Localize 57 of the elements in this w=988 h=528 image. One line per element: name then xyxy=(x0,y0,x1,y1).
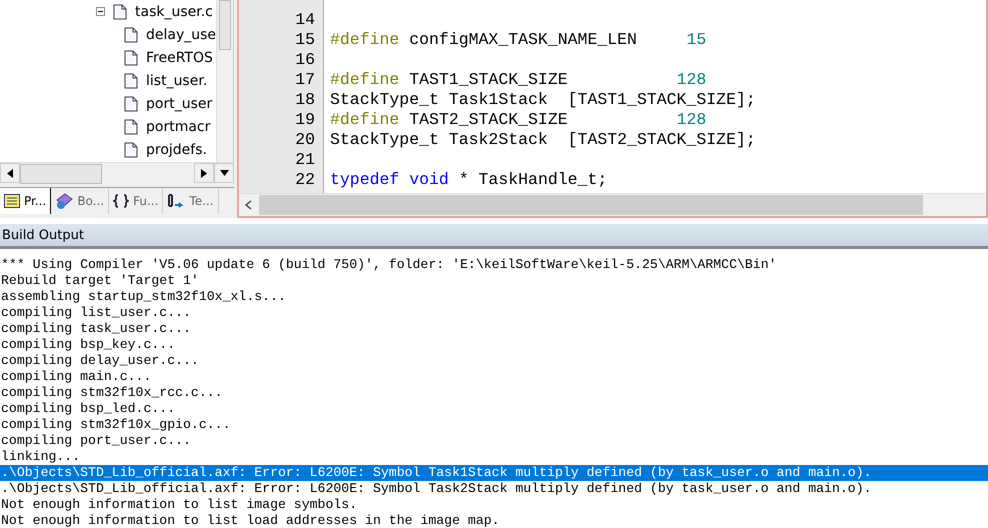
code-line: StackType_t Task2Stack [TAST2_STACK_SIZE]; xyxy=(330,130,756,150)
output-line[interactable]: compiling main.c... xyxy=(0,369,988,385)
line-number: 14 xyxy=(295,10,315,30)
collapse-icon[interactable] xyxy=(96,7,105,16)
line-number: 21 xyxy=(295,150,315,170)
code-line: #define TAST1_STACK_SIZE 128 xyxy=(330,70,708,90)
tree-item[interactable]: delay_use xyxy=(96,23,216,46)
line-number: 16 xyxy=(295,50,315,70)
code-line: typedef void * TaskHandle_t; xyxy=(330,170,608,190)
output-line[interactable]: compiling task_user.c... xyxy=(0,321,988,337)
output-line[interactable]: compiling list_user.c... xyxy=(0,305,988,321)
output-line[interactable]: compiling port_user.c... xyxy=(0,433,988,449)
panel-tab[interactable]: Pr... xyxy=(0,188,52,214)
file-icon xyxy=(124,142,138,158)
file-icon xyxy=(124,26,138,42)
tree-item[interactable]: task_user.c xyxy=(96,0,216,23)
line-number: 19 xyxy=(295,110,315,130)
output-line[interactable]: compiling stm32f10x_rcc.c... xyxy=(0,385,988,401)
horizontal-scrollbar[interactable] xyxy=(0,162,234,183)
file-icon xyxy=(124,72,138,88)
output-line[interactable]: assembling startup_stm32f10x_xl.s... xyxy=(0,289,988,305)
output-line[interactable]: compiling stm32f10x_gpio.c... xyxy=(0,417,988,433)
code-line: #define configMAX_TASK_NAME_LEN 15 xyxy=(330,30,708,50)
line-number: 15 xyxy=(295,30,315,50)
code-line: #define TAST2_STACK_SIZE 128 xyxy=(330,110,708,130)
code-line: StackType_t Task1Stack [TAST1_STACK_SIZE]; xyxy=(330,90,756,110)
file-icon xyxy=(124,50,138,66)
code-editor[interactable] xyxy=(237,0,988,218)
output-line[interactable]: compiling delay_user.c... xyxy=(0,353,988,369)
tree-item[interactable]: FreeRTOS xyxy=(96,46,216,69)
right-arrow-icon[interactable] xyxy=(201,168,207,178)
output-line[interactable]: linking... xyxy=(0,449,988,465)
output-line[interactable]: Rebuild target 'Target 1' xyxy=(0,273,988,289)
down-arrow-icon[interactable] xyxy=(220,170,228,176)
tree-item[interactable]: portmacr xyxy=(96,115,216,138)
file-icon xyxy=(124,96,138,112)
vertical-scrollbar[interactable] xyxy=(216,0,233,162)
braces-icon xyxy=(113,194,130,208)
line-number: 22 xyxy=(295,170,315,190)
horizontal-scrollbar[interactable] xyxy=(239,193,986,216)
line-number: 17 xyxy=(295,70,315,90)
file-icon xyxy=(124,118,138,134)
output-line[interactable]: compiling bsp_key.c... xyxy=(0,337,988,353)
tree-item[interactable]: projdefs. xyxy=(96,138,216,161)
line-number: 18 xyxy=(295,90,315,110)
output-line[interactable]: .\Objects\STD_Lib_official.axf: Error: L6200E: Symbol Task2Stack multiply defined (by task_user.o and main.o). xyxy=(0,481,988,497)
left-arrow-icon[interactable] xyxy=(7,168,13,178)
project-icon xyxy=(4,194,20,208)
file-icon xyxy=(113,4,127,20)
output-line[interactable]: *** Using Compiler 'V5.06 update 6 (build 750)', folder: 'E:\keilSoftWare\keil-5.25\ARM\ARMCC\Bin' xyxy=(0,257,988,273)
output-line[interactable]: Not enough information to list image symbols. xyxy=(0,497,988,513)
tree-item[interactable]: list_user. xyxy=(96,69,216,92)
panel-header: Build Output xyxy=(0,224,988,249)
tree-item[interactable]: port_user xyxy=(96,92,216,115)
output-line[interactable]: Not enough information to list load addresses in the image map. xyxy=(0,513,988,528)
output-line[interactable]: compiling bsp_led.c... xyxy=(0,401,988,417)
line-number: 20 xyxy=(295,130,315,150)
